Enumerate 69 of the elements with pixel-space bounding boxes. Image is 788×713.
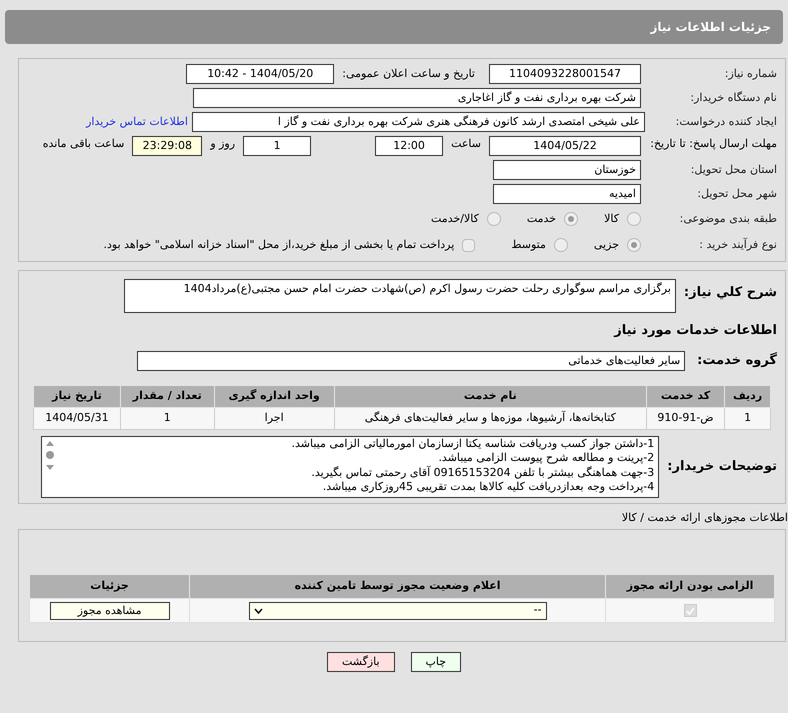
field-label: استان محل تحویل: (690, 162, 777, 178)
radio-button[interactable] (564, 212, 578, 226)
radio-button[interactable] (627, 238, 641, 252)
note-line: 4-پرداخت وجه بعدازدریافت کلیه کالاها بمدت تقریبی 45روزکاری میباشد. (322, 480, 654, 494)
column-header: تعداد / مقدار (120, 385, 214, 407)
field-label: شماره نیاز: (724, 66, 777, 82)
table-cell: 1 (120, 407, 214, 429)
city-field: امیدیه (493, 184, 641, 204)
checkbox-label: پرداخت تمام یا بخشی از مبلغ خرید،از محل "اسناد خزانه اسلامی" خواهد بود. (104, 236, 454, 253)
field-label: ایجاد کننده درخواست: (674, 114, 777, 130)
view-license-button[interactable]: مشاهده مجوز (50, 602, 170, 620)
field-label: نام دستگاه خریدار: (689, 90, 777, 106)
column-header: نام خدمت (334, 385, 646, 407)
chevron-down-icon (254, 608, 263, 614)
field-label: طبقه بندی موضوعی: (678, 210, 777, 227)
radio-button[interactable] (627, 212, 641, 226)
table-cell: 1404/05/31 (34, 407, 120, 429)
province-field: خوزستان (493, 160, 641, 180)
buyer-field: شرکت بهره برداری نفت و گاز اغاجاری (193, 88, 641, 108)
field-label: شرح کلي نياز: (684, 284, 777, 302)
announce-date-field: 1404/05/20 - 10:42 (186, 64, 334, 84)
radio-button[interactable] (486, 212, 501, 226)
licenses-title: اطلاعات مجوزهای ارائه خدمت / کالا (620, 510, 788, 526)
column-header: تاریخ نیاز (34, 385, 120, 407)
column-header: واحد اندازه گیری (214, 385, 334, 407)
column-header: کد خدمت (646, 385, 725, 407)
field-label: نوع فرآیند خرید : (698, 236, 777, 253)
table-cell: ض-91-910 (646, 407, 725, 429)
field-label: روز و (210, 136, 236, 152)
deadline-date-field: 1404/05/22 (489, 136, 641, 156)
radio-label: کالا (604, 210, 619, 227)
table-cell: اجرا (214, 407, 334, 429)
column-header: جزئیات (30, 574, 190, 598)
page-title: جزئیات اطلاعات نیاز (650, 19, 771, 36)
column-header: الزامی بودن ارائه مجوز (606, 574, 774, 598)
note-line: 2-پرینت و مطالعه شرح پیوست الزامی میباشد. (437, 451, 654, 466)
creator-field: علی شیخی امتصدی ارشد کانون فرهنگی هنری شرکت بهره برداری نفت و گاز ا (192, 112, 645, 132)
radio-label: خدمت (526, 210, 556, 227)
days-field: 1 (243, 136, 312, 156)
field-label: شهر محل تحویل: (696, 186, 777, 202)
field-label: ساعت (451, 136, 481, 152)
table-cell: کتابخانه‌ها، آرشیوها، موزه‌ها و سایر فعالیت‌های فرهنگی (334, 407, 646, 429)
table-cell: 1 (724, 407, 770, 429)
need-number-field: 1104093228001547 (489, 64, 641, 84)
checkbox[interactable] (462, 238, 476, 252)
note-line: 3-جهت هماهنگی بیشتر با تلفن 09165153204 آقای رحمتی تماس بگیرید. (310, 466, 654, 480)
radio-label: متوسط (511, 236, 546, 253)
radio-label: جزیی (594, 236, 619, 253)
checkbox[interactable] (684, 604, 697, 617)
scrollbar-icon (46, 440, 54, 470)
contact-link[interactable]: اطلاعات تماس خریدار (86, 114, 188, 130)
note-line: 1-داشتن جواز کسب ودریافت شناسه یکتا ازسازمان امورمالیاتی الزامی میباشد. (290, 436, 654, 451)
field-label: گروه خدمت: (697, 351, 777, 370)
column-header: اعلام وضعیت مجوز توسط تامین کننده (190, 574, 606, 598)
description-box: برگزاری مراسم سوگواری رحلت حضرت رسول اکرم (ص)شهادت حضرت امام حسن مجتبی(ع)مرداد1404 (124, 279, 676, 313)
field-label: تاریخ و ساعت اعلان عمومی: (342, 66, 475, 82)
field-label: ساعت باقی مانده (42, 136, 124, 152)
status-dropdown[interactable]: -- (248, 602, 547, 620)
field-label: مهلت ارسال پاسخ: تا تاریخ: (649, 136, 777, 151)
deadline-time-field: 12:00 (375, 136, 444, 156)
back-button[interactable]: بازگشت (326, 652, 395, 672)
column-header: ردیف (724, 385, 770, 407)
remaining-time-field: 23:29:08 (132, 136, 202, 156)
section-title: اطلاعات خدمات مورد نیاز (612, 322, 777, 340)
radio-label: کالا/خدمت (431, 210, 479, 227)
radio-button[interactable] (554, 238, 568, 252)
service-group-field: سایر فعالیت‌های خدماتی (137, 350, 686, 370)
print-button[interactable]: چاپ (410, 652, 462, 672)
field-label: توضیحات خریدار: (667, 458, 777, 476)
